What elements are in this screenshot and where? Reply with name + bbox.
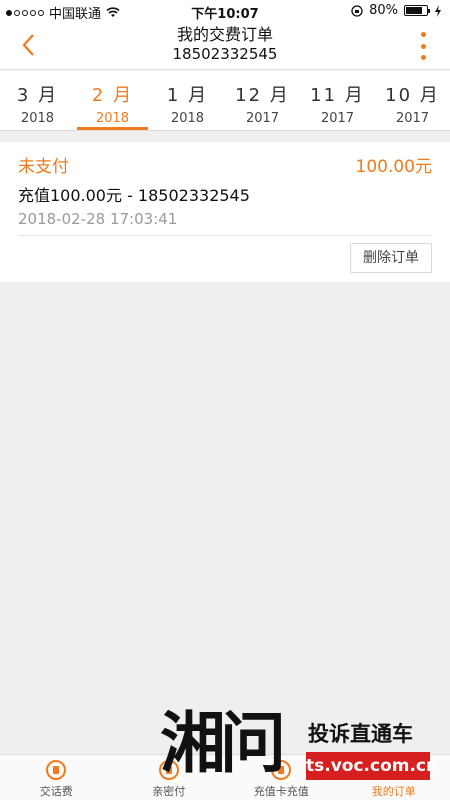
tab-year-label: 2017	[320, 111, 355, 126]
tab-year-label: 2017	[245, 111, 280, 126]
watermark-slogan: 投诉直通车	[308, 722, 413, 746]
tab-year-label: 2018	[95, 111, 130, 126]
battery-icon	[404, 5, 430, 16]
order-status: 未支付	[18, 157, 69, 177]
tab-year-label: 2017	[395, 111, 430, 126]
bottom-tab-recharge[interactable]: 交话费	[0, 755, 113, 800]
tab-month-label: 11 月	[310, 85, 365, 106]
watermark-url: ts.voc.com.cn	[306, 752, 438, 780]
page-subtitle: 18502332545	[172, 45, 278, 63]
nav-bar: 我的交费订单 18502332545	[0, 22, 450, 70]
watermark-logo: 湘问	[160, 704, 286, 782]
status-bar: 中国联通 下午10:07 80%	[0, 0, 450, 22]
bottom-tab-label: 交话费	[39, 785, 73, 798]
tab-month-0[interactable]: 3 月 2018	[0, 71, 75, 130]
phone-bill-icon	[46, 760, 67, 780]
tab-year-label: 2018	[170, 111, 205, 126]
tab-month-4[interactable]: 11 月 2017	[300, 71, 375, 130]
tab-month-5[interactable]: 10 月 2017	[375, 71, 450, 130]
tab-month-2[interactable]: 1 月 2018	[150, 71, 225, 130]
tab-month-label: 3 月	[16, 85, 59, 106]
month-tabs: 3 月 2018 2 月 2018 1 月 2018 12 月 2017 11 …	[0, 71, 450, 131]
watermark: 湘问 投诉直通车 ts.voc.com.cn	[160, 708, 440, 788]
page-title: 我的交费订单	[176, 25, 273, 44]
order-card[interactable]: 未支付 100.00元 充值100.00元 - 18502332545 2018…	[0, 142, 450, 282]
tab-year-label: 2018	[20, 111, 55, 126]
tab-month-label: 2 月	[91, 85, 134, 106]
tab-month-3[interactable]: 12 月 2017	[225, 71, 300, 130]
tab-month-label: 12 月	[235, 85, 290, 106]
order-description: 充值100.00元 - 18502332545	[18, 186, 250, 205]
battery-percent: 80%	[369, 3, 398, 18]
more-options-button[interactable]	[416, 32, 430, 60]
tab-month-label: 10 月	[385, 85, 440, 106]
order-amount: 100.00元	[355, 157, 432, 177]
order-time: 2018-02-28 17:03:41	[18, 210, 178, 228]
tab-month-label: 1 月	[166, 85, 209, 106]
screen: 中国联通 下午10:07 80% 我的交费订单 18502332545 3 月 …	[0, 0, 450, 800]
battery-fill	[406, 7, 422, 14]
status-right: 80%	[351, 3, 442, 18]
more-dots-icon	[420, 32, 426, 37]
charging-icon	[435, 4, 441, 17]
delete-order-button[interactable]: 删除订单	[350, 243, 432, 273]
order-divider	[18, 235, 432, 236]
tab-month-1[interactable]: 2 月 2018	[75, 71, 150, 130]
orientation-lock-icon	[351, 4, 363, 17]
